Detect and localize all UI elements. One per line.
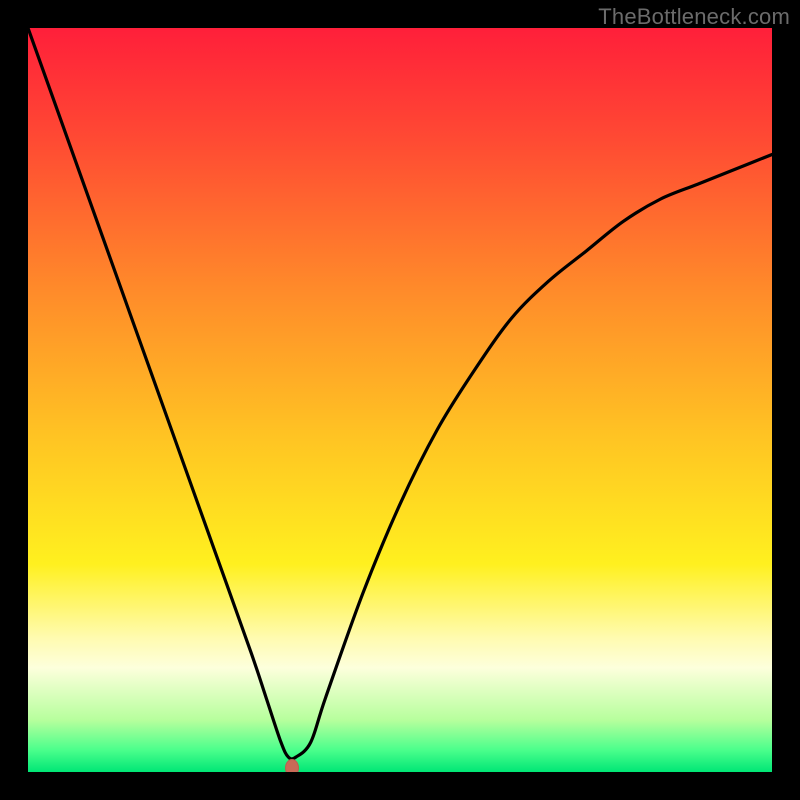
optimal-point-marker [285,759,299,772]
watermark-text: TheBottleneck.com [598,4,790,30]
chart-frame: TheBottleneck.com [0,0,800,800]
plot-area [28,28,772,772]
bottleneck-curve [28,28,772,772]
